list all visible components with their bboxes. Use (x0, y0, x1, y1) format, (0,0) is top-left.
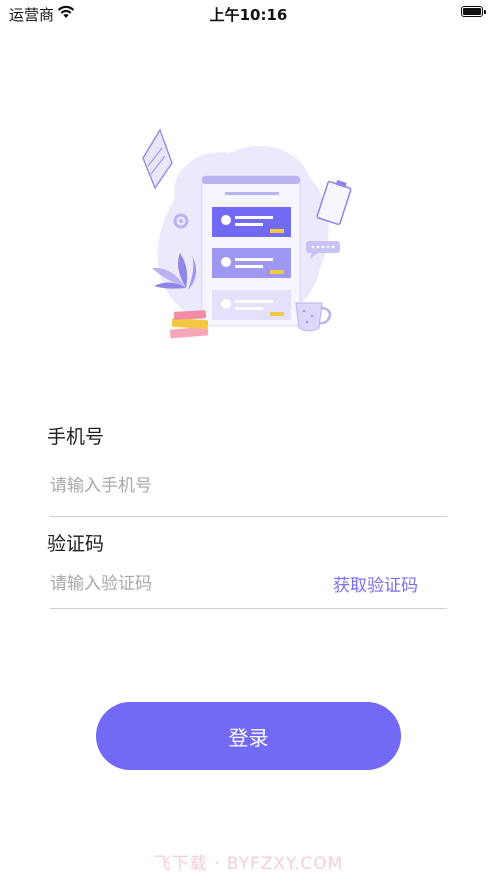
phone-label: 手机号 (47, 426, 105, 448)
get-code-button[interactable]: 获取验证码 (333, 571, 418, 596)
status-time: 上午10:16 (209, 6, 288, 24)
battery-icon (461, 6, 487, 18)
login-button[interactable]: 登录 (96, 702, 401, 770)
phone-divider (50, 516, 447, 517)
code-label: 验证码 (47, 533, 105, 555)
phone-input[interactable] (50, 474, 440, 498)
watermark-text: 飞下载 · BYFZXY.COM (153, 854, 344, 874)
code-divider (50, 608, 447, 609)
message-list-illustration (140, 128, 360, 353)
status-bar: 运营商 上午10:16 (0, 0, 497, 26)
verification-code-input[interactable] (50, 572, 310, 596)
